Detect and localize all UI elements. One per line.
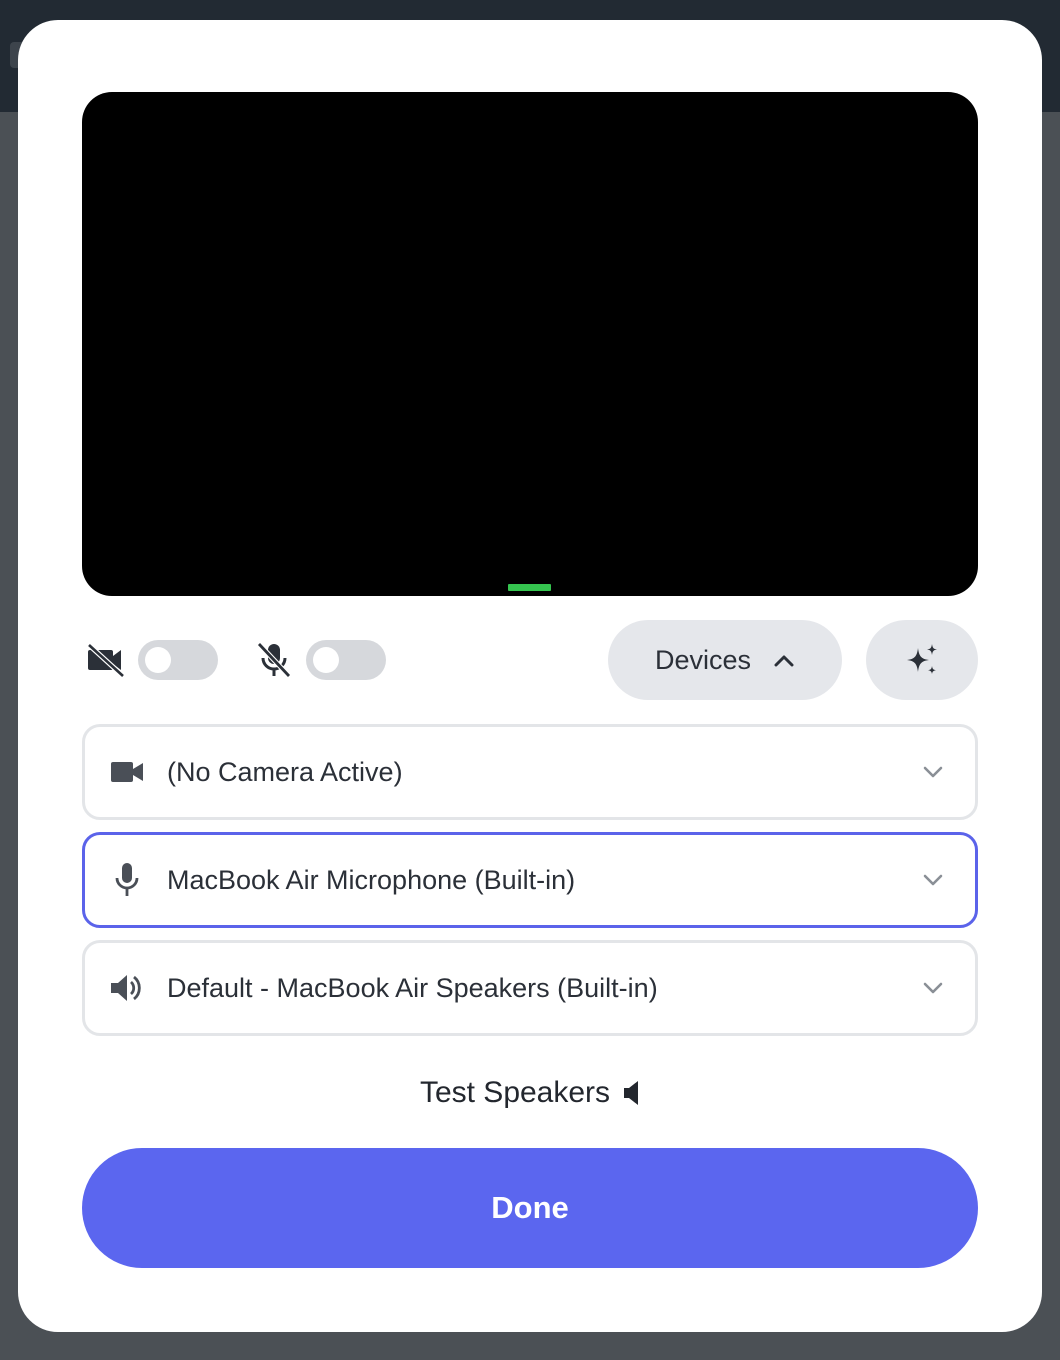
microphone-select[interactable]: MacBook Air Microphone (Built-in)	[82, 832, 978, 928]
device-settings-modal: Devices (No Camera Active) MacBook Air M…	[18, 20, 1042, 1332]
camera-toggle[interactable]	[138, 640, 218, 680]
camera-select[interactable]: (No Camera Active)	[82, 724, 978, 820]
microphone-icon	[107, 860, 147, 900]
video-off-icon	[84, 638, 128, 682]
camera-select-value: (No Camera Active)	[167, 756, 403, 787]
video-preview	[82, 92, 978, 596]
done-button[interactable]: Done	[82, 1148, 978, 1268]
camera-toggle-knob	[145, 647, 171, 673]
devices-button-label: Devices	[654, 644, 752, 675]
chevron-down-icon	[919, 866, 947, 894]
mic-off-icon	[252, 638, 296, 682]
effects-button[interactable]	[866, 620, 978, 700]
speaker-small-icon	[622, 1079, 640, 1107]
devices-button[interactable]: Devices	[608, 620, 842, 700]
audio-level-indicator	[508, 584, 551, 591]
test-speakers-button[interactable]: Test Speakers	[18, 1068, 1042, 1118]
speaker-select-value: Default - MacBook Air Speakers (Built-in…	[167, 972, 658, 1003]
speaker-icon	[107, 968, 147, 1008]
microphone-toggle-knob	[313, 647, 339, 673]
microphone-select-value: MacBook Air Microphone (Built-in)	[167, 864, 576, 895]
test-speakers-label: Test Speakers	[419, 1076, 611, 1109]
video-camera-icon	[107, 752, 147, 792]
chevron-up-icon	[773, 653, 795, 667]
speaker-select[interactable]: Default - MacBook Air Speakers (Built-in…	[82, 940, 978, 1036]
chevron-down-icon	[919, 974, 947, 1002]
microphone-toggle[interactable]	[306, 640, 386, 680]
chevron-down-icon	[919, 758, 947, 786]
sparkles-icon	[902, 640, 942, 680]
